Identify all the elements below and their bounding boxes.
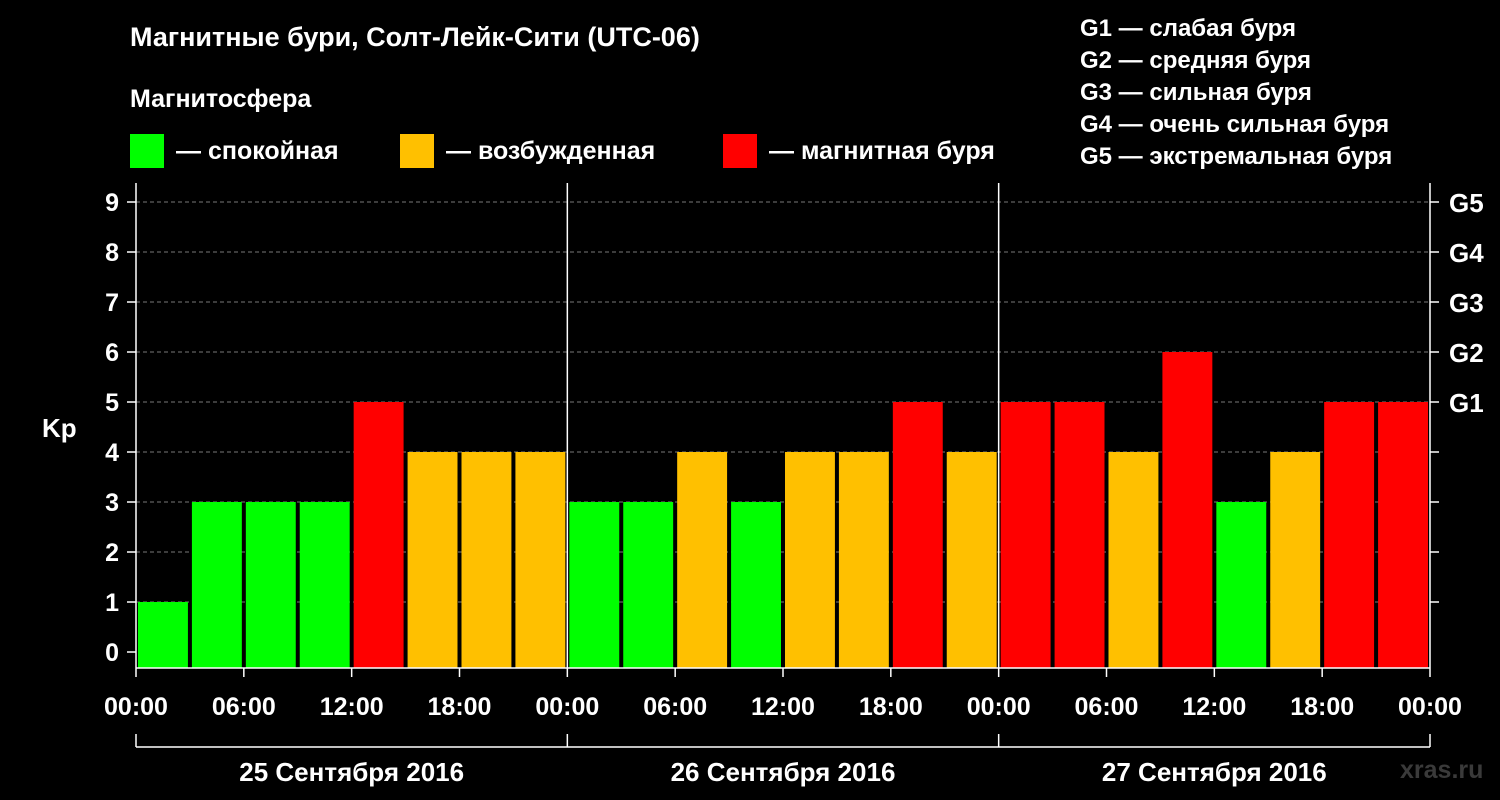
kp-bar: [407, 452, 458, 668]
g-scale-label: G4: [1449, 238, 1484, 268]
kp-bar: [353, 402, 404, 668]
kp-bar: [1324, 402, 1375, 668]
kp-bar: [191, 502, 242, 668]
day-label: 26 Сентября 2016: [671, 757, 896, 787]
kp-bar: [569, 502, 620, 668]
y-tick-label: 3: [105, 489, 119, 517]
kp-bar: [1378, 402, 1428, 668]
x-tick-label: 06:00: [1075, 693, 1139, 721]
kp-bar: [1054, 402, 1105, 668]
kp-bar: [731, 502, 781, 668]
x-tick-label: 12:00: [320, 693, 384, 721]
x-tick-label: 00:00: [104, 693, 168, 721]
y-tick-label: 9: [105, 189, 119, 217]
kp-bar: [299, 502, 350, 668]
x-tick-label: 18:00: [859, 693, 923, 721]
day-label: 27 Сентября 2016: [1102, 757, 1327, 787]
y-tick-label: 0: [105, 639, 119, 667]
y-axis-label: Kp: [42, 413, 77, 443]
x-tick-label: 18:00: [1290, 693, 1354, 721]
kp-bar: [892, 402, 943, 668]
g-scale-label: G3: [1449, 288, 1484, 318]
y-tick-label: 4: [105, 439, 119, 467]
y-tick-label: 1: [105, 589, 119, 617]
kp-chart: 0 1 2 3 4 5 6 7 8 9 G1 G2 G3 G4 G5 Kp 00:00 06:00 12:00 18:…: [42, 183, 1484, 787]
watermark: xras.ru: [1400, 756, 1484, 784]
g-scale-label: G5: [1449, 188, 1484, 218]
x-tick-label: 12:00: [751, 693, 815, 721]
kp-bar: [245, 502, 296, 668]
x-tick-label: 00:00: [1398, 693, 1462, 721]
y-tick-label: 6: [105, 339, 119, 367]
kp-bar: [946, 452, 997, 668]
kp-bar: [1270, 452, 1321, 668]
y-tick-label: 7: [105, 289, 119, 317]
day-label: 25 Сентября 2016: [239, 757, 464, 787]
kp-bar: [623, 502, 674, 668]
kp-bar: [515, 452, 566, 668]
kp-bar: [1108, 452, 1159, 668]
x-tick-label: 06:00: [212, 693, 276, 721]
x-tick-label: 12:00: [1182, 693, 1246, 721]
x-tick-label: 00:00: [535, 693, 599, 721]
kp-bar: [138, 602, 188, 668]
x-tick-label: 00:00: [967, 693, 1031, 721]
kp-bar: [785, 452, 835, 668]
kp-bar: [677, 452, 728, 668]
y-tick-label: 2: [105, 539, 119, 567]
kp-bar: [1216, 502, 1267, 668]
kp-bar: [838, 452, 889, 668]
kp-bar: [1000, 402, 1051, 668]
y-tick-label: 8: [105, 239, 119, 267]
g-scale-label: G1: [1449, 388, 1484, 418]
x-tick-label: 06:00: [643, 693, 707, 721]
g-scale-label: G2: [1449, 338, 1484, 368]
x-tick-label: 18:00: [428, 693, 492, 721]
y-tick-label: 5: [105, 389, 119, 417]
kp-bar: [1162, 352, 1213, 668]
kp-bar: [461, 452, 512, 668]
